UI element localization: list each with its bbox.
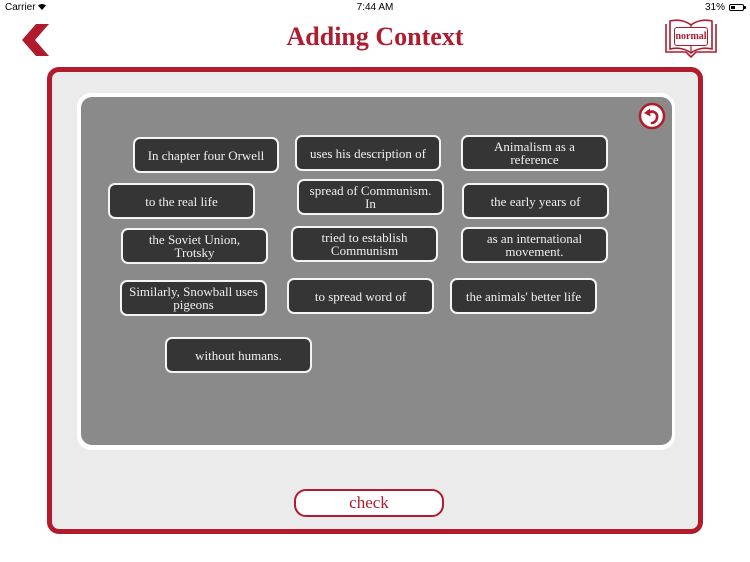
check-button[interactable]: check [294,489,444,517]
status-bar: Carrier 7:44 AM 31% [0,0,750,16]
word-chip[interactable]: Similarly, Snowball uses pigeons [120,280,267,316]
reset-button[interactable] [638,102,666,130]
word-chip[interactable]: tried to establish Communism [291,226,438,262]
word-chip[interactable]: uses his description of [295,135,441,171]
word-chip[interactable]: the animals' better life [450,278,597,314]
word-chip[interactable]: without humans. [165,337,312,373]
word-chip[interactable]: to spread word of [287,278,434,314]
mode-label: normal [674,27,708,46]
word-chip[interactable]: the early years of [462,183,609,219]
word-chip[interactable]: spread of Communism. In [297,179,444,215]
reading-mode-button[interactable]: normal [662,18,720,60]
undo-arrow-icon [638,102,666,130]
clock: 7:44 AM [356,2,394,13]
battery-percent: 31% [704,2,725,13]
word-chip[interactable]: Animalism as a reference [461,135,608,171]
battery-icon [729,4,746,11]
word-chip[interactable]: as an international movement. [461,227,608,263]
word-chip[interactable]: the Soviet Union, Trotsky [121,228,268,264]
page-title: Adding Context [286,22,464,51]
word-chip[interactable]: to the real life [108,183,255,219]
word-chip[interactable]: In chapter four Orwell [133,137,279,173]
